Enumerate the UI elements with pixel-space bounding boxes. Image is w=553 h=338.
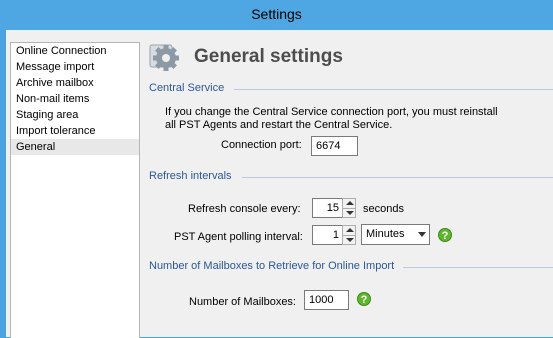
- polling-interval-spinner[interactable]: [342, 225, 356, 245]
- polling-interval-label: PST Agent polling interval:: [174, 231, 303, 243]
- arrow-down-icon: [346, 211, 354, 215]
- refresh-console-input[interactable]: 15: [312, 198, 343, 218]
- polling-interval-input[interactable]: 1: [312, 225, 343, 245]
- arrow-up-icon: [346, 228, 354, 232]
- page-title: General settings: [194, 46, 343, 67]
- spin-down-button[interactable]: [343, 208, 355, 218]
- nav-item-staging-area[interactable]: Staging area: [11, 107, 139, 123]
- help-icon[interactable]: ?: [357, 292, 371, 306]
- section-divider: [403, 267, 553, 268]
- settings-client-area: Online Connection Message import Archive…: [6, 30, 553, 338]
- spin-down-button[interactable]: [343, 235, 355, 245]
- section-heading-refresh-intervals: Refresh intervals: [149, 170, 232, 182]
- section-heading-mailboxes: Number of Mailboxes to Retrieve for Onli…: [149, 260, 395, 272]
- spin-up-button[interactable]: [343, 199, 355, 208]
- polling-unit-select[interactable]: Minutes: [361, 224, 430, 245]
- nav-item-general[interactable]: General: [11, 139, 139, 155]
- mailbox-count-input[interactable]: 1000: [304, 290, 349, 310]
- connection-port-label: Connection port:: [221, 139, 302, 151]
- nav-item-online-connection[interactable]: Online Connection: [11, 43, 139, 59]
- gear-icon: [149, 44, 179, 71]
- arrow-up-icon: [346, 201, 354, 205]
- nav-item-archive-mailbox[interactable]: Archive mailbox: [11, 75, 139, 91]
- chevron-down-icon: [418, 232, 426, 237]
- help-icon[interactable]: ?: [438, 228, 452, 242]
- central-service-description-line1: If you change the Central Service connec…: [165, 106, 498, 118]
- title-bar: Settings: [0, 0, 553, 30]
- arrow-down-icon: [346, 238, 354, 242]
- section-divider: [234, 89, 553, 90]
- spin-up-button[interactable]: [343, 226, 355, 235]
- refresh-console-unit: seconds: [363, 203, 404, 215]
- refresh-console-label: Refresh console every:: [188, 203, 301, 215]
- mailbox-count-label: Number of Mailboxes:: [189, 296, 296, 308]
- settings-nav-list: Online Connection Message import Archive…: [10, 42, 140, 338]
- nav-item-import-tolerance[interactable]: Import tolerance: [11, 123, 139, 139]
- section-heading-central-service: Central Service: [149, 82, 225, 94]
- window-title: Settings: [251, 6, 302, 22]
- refresh-console-spinner[interactable]: [342, 198, 356, 218]
- nav-item-non-mail-items[interactable]: Non-mail items: [11, 91, 139, 107]
- connection-port-input[interactable]: 6674: [311, 136, 358, 156]
- nav-item-message-import[interactable]: Message import: [11, 59, 139, 75]
- section-divider: [242, 177, 553, 178]
- central-service-description-line2: all PST Agents and restart the Central S…: [165, 119, 393, 131]
- polling-unit-selected: Minutes: [366, 228, 405, 240]
